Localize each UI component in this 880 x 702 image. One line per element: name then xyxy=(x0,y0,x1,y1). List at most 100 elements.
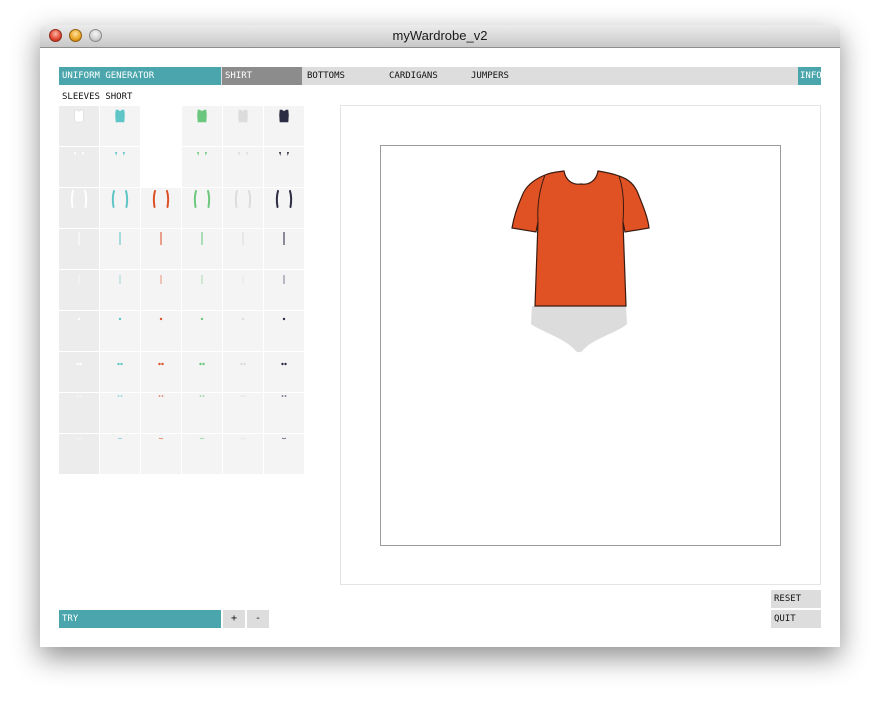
try-button[interactable]: TRY xyxy=(59,610,221,628)
tab-info[interactable]: INFO xyxy=(798,67,822,85)
seam-swatch-icon xyxy=(119,232,121,245)
palette-cell-button-3[interactable] xyxy=(141,311,181,351)
dots-pair-swatch-icon xyxy=(117,395,123,397)
palette-cell-sleeves-1[interactable] xyxy=(59,188,99,228)
palette-cell-hem-4[interactable] xyxy=(182,270,222,310)
sleeves-swatch-icon xyxy=(275,190,293,208)
sleeves-swatch-icon xyxy=(193,190,211,208)
palette-cell-buttons-pair-5[interactable] xyxy=(223,352,263,392)
buttons-pair-swatch-icon xyxy=(117,362,123,366)
palette-cell-body-1[interactable] xyxy=(59,106,99,146)
dots-pair-swatch-icon xyxy=(240,395,246,397)
palette-cell-body-2[interactable] xyxy=(100,106,140,146)
palette-cell-collar-1[interactable] xyxy=(59,147,99,187)
hem-swatch-icon xyxy=(119,275,121,284)
buttons-pair-swatch-icon xyxy=(76,362,82,366)
body-swatch-icon xyxy=(115,109,125,123)
hem-swatch-icon xyxy=(283,275,285,284)
dots-pair-swatch-icon xyxy=(281,395,287,397)
palette-cell-hem-3[interactable] xyxy=(141,270,181,310)
palette-cell-collar-4[interactable] xyxy=(182,147,222,187)
tab-uniform-generator[interactable]: UNIFORM GENERATOR xyxy=(59,67,221,85)
palette-cell-dots-pair-4[interactable] xyxy=(182,393,222,433)
button-swatch-icon xyxy=(200,317,204,321)
plus-button[interactable]: + xyxy=(223,610,245,628)
palette-cell-buttons-pair-6[interactable] xyxy=(264,352,304,392)
palette-cell-dots-pair-2[interactable] xyxy=(100,393,140,433)
minus-button[interactable]: - xyxy=(247,610,269,628)
palette-cell-stitch-5[interactable] xyxy=(223,434,263,474)
palette-cell-body-4[interactable] xyxy=(182,106,222,146)
palette-cell-stitch-6[interactable] xyxy=(264,434,304,474)
buttons-pair-swatch-icon xyxy=(281,362,287,366)
palette-cell-dots-pair-1[interactable] xyxy=(59,393,99,433)
briefs-shape xyxy=(531,306,627,353)
palette-cell-seam-4[interactable] xyxy=(182,229,222,269)
palette-cell-sleeves-4[interactable] xyxy=(182,188,222,228)
buttons-pair-swatch-icon xyxy=(158,362,164,366)
buttons-pair-swatch-icon xyxy=(199,362,205,366)
app-content: UNIFORM GENERATOR SHIRT BOTTOMS CARDIGAN… xyxy=(40,48,840,647)
body-swatch-icon xyxy=(279,109,289,123)
reset-button[interactable]: RESET xyxy=(771,590,821,608)
palette-cell-seam-5[interactable] xyxy=(223,229,263,269)
palette-cell-collar-3 xyxy=(141,147,181,187)
palette-cell-hem-6[interactable] xyxy=(264,270,304,310)
palette-cell-buttons-pair-1[interactable] xyxy=(59,352,99,392)
palette-cell-body-6[interactable] xyxy=(264,106,304,146)
palette-cell-stitch-2[interactable] xyxy=(100,434,140,474)
palette-cell-body-5[interactable] xyxy=(223,106,263,146)
palette-cell-button-5[interactable] xyxy=(223,311,263,351)
palette-cell-sleeves-5[interactable] xyxy=(223,188,263,228)
sleeves-swatch-icon xyxy=(70,190,88,208)
palette-cell-sleeves-6[interactable] xyxy=(264,188,304,228)
palette-cell-dots-pair-6[interactable] xyxy=(264,393,304,433)
palette-cell-button-1[interactable] xyxy=(59,311,99,351)
palette-cell-sleeves-3[interactable] xyxy=(141,188,181,228)
window-title: myWardrobe_v2 xyxy=(392,28,488,43)
palette-cell-hem-5[interactable] xyxy=(223,270,263,310)
palette-cell-seam-3[interactable] xyxy=(141,229,181,269)
sleeves-swatch-icon xyxy=(234,190,252,208)
palette-cell-button-2[interactable] xyxy=(100,311,140,351)
palette-cell-buttons-pair-4[interactable] xyxy=(182,352,222,392)
stitch-swatch-icon xyxy=(158,437,164,440)
palette-cell-collar-2[interactable] xyxy=(100,147,140,187)
hem-swatch-icon xyxy=(242,275,244,284)
palette-cell-button-6[interactable] xyxy=(264,311,304,351)
palette-cell-buttons-pair-2[interactable] xyxy=(100,352,140,392)
dots-pair-swatch-icon xyxy=(76,395,82,397)
palette-cell-hem-1[interactable] xyxy=(59,270,99,310)
palette-cell-seam-1[interactable] xyxy=(59,229,99,269)
palette-cell-collar-5[interactable] xyxy=(223,147,263,187)
sleeves-swatch-icon xyxy=(111,190,129,208)
tab-cardigans[interactable]: CARDIGANS xyxy=(386,67,466,85)
quit-button[interactable]: QUIT xyxy=(771,610,821,628)
tab-jumpers[interactable]: JUMPERS xyxy=(468,67,548,85)
tab-bottoms[interactable]: BOTTOMS xyxy=(304,67,384,85)
palette-cell-seam-2[interactable] xyxy=(100,229,140,269)
shirt-shape xyxy=(511,170,650,307)
stitch-swatch-icon xyxy=(117,437,123,440)
body-swatch-icon xyxy=(197,109,207,123)
title-bar[interactable]: myWardrobe_v2 xyxy=(40,25,840,48)
button-swatch-icon xyxy=(282,317,286,321)
palette-cell-seam-6[interactable] xyxy=(264,229,304,269)
palette-cell-stitch-1[interactable] xyxy=(59,434,99,474)
collar-swatch-icon xyxy=(74,152,84,156)
collar-swatch-icon xyxy=(115,152,125,156)
stitch-swatch-icon xyxy=(76,437,82,440)
palette-cell-stitch-3[interactable] xyxy=(141,434,181,474)
seam-swatch-icon xyxy=(201,232,203,245)
palette-cell-button-4[interactable] xyxy=(182,311,222,351)
body-swatch-icon xyxy=(74,109,84,123)
palette-cell-collar-6[interactable] xyxy=(264,147,304,187)
palette-cell-stitch-4[interactable] xyxy=(182,434,222,474)
palette-cell-dots-pair-3[interactable] xyxy=(141,393,181,433)
tab-shirt[interactable]: SHIRT xyxy=(222,67,302,85)
palette-cell-dots-pair-5[interactable] xyxy=(223,393,263,433)
palette-cell-hem-2[interactable] xyxy=(100,270,140,310)
dots-pair-swatch-icon xyxy=(199,395,205,397)
palette-cell-buttons-pair-3[interactable] xyxy=(141,352,181,392)
palette-cell-sleeves-2[interactable] xyxy=(100,188,140,228)
